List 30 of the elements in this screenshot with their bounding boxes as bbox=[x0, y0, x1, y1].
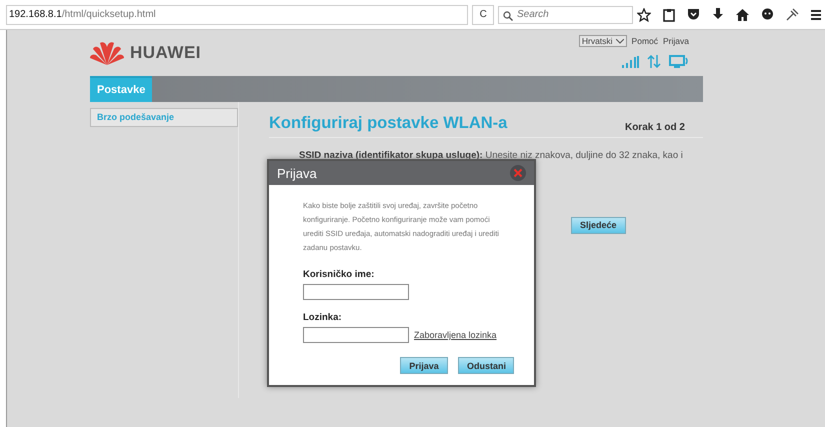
logo: HUAWEI bbox=[90, 40, 201, 66]
header-link[interactable]: Pomoć bbox=[632, 36, 658, 46]
menu-icon[interactable] bbox=[811, 8, 821, 20]
monitor-icon bbox=[669, 55, 689, 68]
home-icon[interactable] bbox=[736, 8, 749, 20]
header-link[interactable]: Prijava bbox=[663, 36, 689, 46]
password-field[interactable] bbox=[303, 327, 409, 343]
ssid-description: SSID naziva (identifikator skupa usluge): Unesite niz znakova, duljine do 32 znaka, kao i bbox=[299, 150, 684, 161]
transfer-arrows-icon bbox=[647, 55, 661, 68]
next-button[interactable]: Sljedeće bbox=[571, 216, 626, 234]
password-label: Lozinka: bbox=[303, 312, 343, 323]
dialog-title: Prijava bbox=[277, 166, 317, 180]
language-dropdown[interactable]: Hrvatski bbox=[578, 35, 627, 47]
username-field[interactable] bbox=[303, 284, 409, 300]
star-icon[interactable] bbox=[637, 8, 651, 22]
download-icon[interactable] bbox=[712, 8, 724, 21]
username-label: Korisničko ime: bbox=[303, 269, 376, 280]
clipboard-icon[interactable] bbox=[663, 8, 675, 22]
address-bar[interactable]: 192.168.8.1/html/quicksetup.html bbox=[6, 4, 468, 24]
step-indicator: Korak 1 od 2 bbox=[624, 122, 685, 133]
login-button[interactable]: Prijava bbox=[400, 357, 448, 374]
shield-icon[interactable] bbox=[687, 8, 700, 21]
search-field[interactable]: Search bbox=[498, 6, 633, 24]
reload-button[interactable]: C bbox=[472, 4, 494, 24]
chat-icon[interactable] bbox=[761, 8, 774, 21]
forgot-password-link[interactable]: Zaboravljena lozinka bbox=[414, 330, 497, 340]
caret-icon bbox=[616, 38, 624, 44]
page-title: Konfiguriraj postavke WLAN-a bbox=[269, 114, 508, 133]
cancel-button[interactable]: Odustani bbox=[458, 357, 514, 374]
signal-icon bbox=[622, 56, 639, 68]
